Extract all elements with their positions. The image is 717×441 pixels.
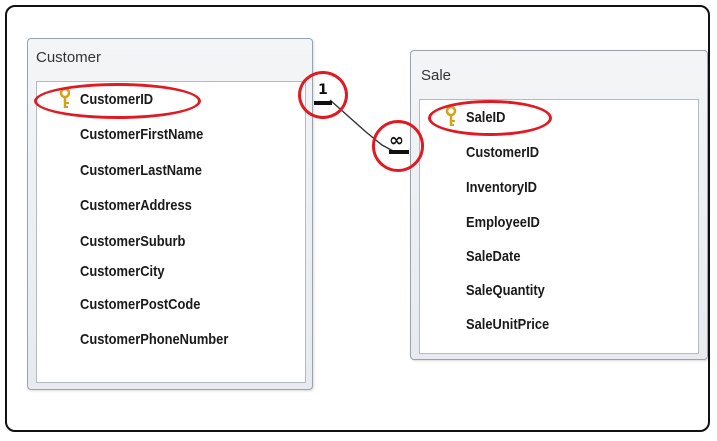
customer-pk-highlight: [34, 83, 201, 119]
sale-table-title: Sale: [421, 67, 452, 84]
sale-field[interactable]: CustomerID: [466, 144, 539, 161]
sale-field[interactable]: InventoryID: [466, 179, 537, 196]
sale-field[interactable]: SaleDate: [466, 248, 521, 265]
sale-pk-highlight: [428, 100, 552, 136]
customer-field[interactable]: CustomerLastName: [80, 162, 202, 179]
many-side-highlight: [372, 120, 424, 172]
customer-field[interactable]: CustomerPostCode: [80, 296, 200, 313]
sale-field[interactable]: SaleQuantity: [466, 282, 545, 299]
sale-field-list[interactable]: [419, 99, 699, 354]
sale-table[interactable]: Sale: [410, 50, 708, 360]
one-side-highlight: [298, 71, 348, 119]
sale-field[interactable]: EmployeeID: [466, 214, 540, 231]
customer-table-title: Customer: [36, 49, 102, 66]
customer-field[interactable]: CustomerAddress: [80, 197, 192, 214]
customer-field[interactable]: CustomerSuburb: [80, 233, 185, 250]
customer-field[interactable]: CustomerFirstName: [80, 126, 203, 143]
customer-field[interactable]: CustomerCity: [80, 263, 165, 280]
customer-field[interactable]: CustomerPhoneNumber: [80, 331, 228, 348]
sale-field[interactable]: SaleUnitPrice: [466, 316, 549, 333]
